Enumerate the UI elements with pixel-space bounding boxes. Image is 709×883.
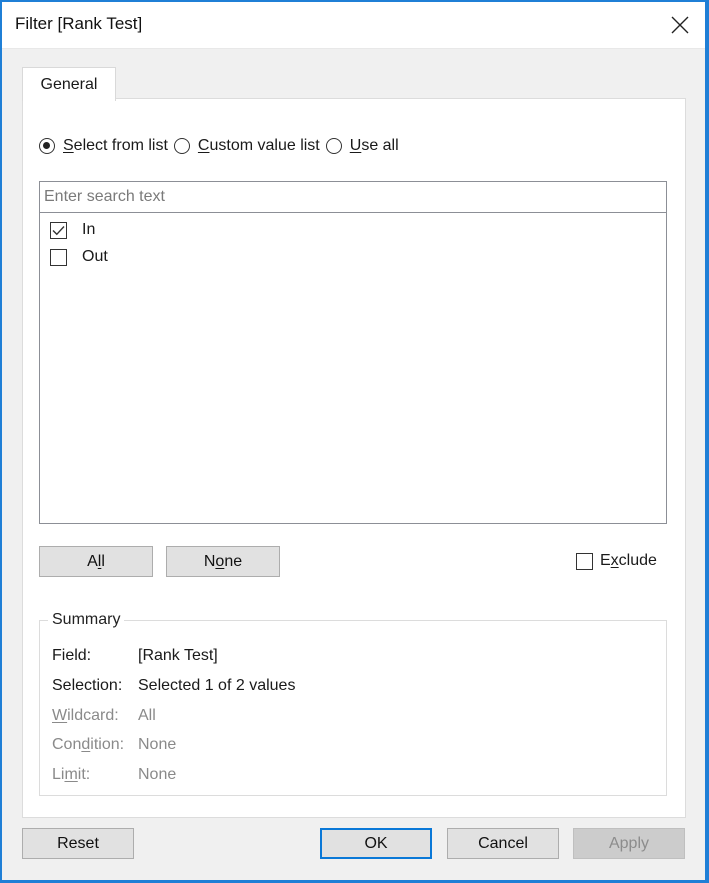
radio-indicator	[325, 138, 342, 154]
list-item-label: Out	[82, 248, 108, 265]
checkmark-icon	[52, 225, 65, 235]
reset-button[interactable]: Reset	[22, 828, 134, 859]
button-label: Reset	[57, 834, 99, 852]
title-bar: Filter [Rank Test]	[2, 2, 705, 49]
list-item-label: In	[82, 221, 96, 238]
summary-label: Condition:	[52, 736, 125, 753]
summary-label: Wildcard:	[52, 707, 119, 724]
summary-row-condition: Condition: None	[52, 736, 176, 754]
filter-dialog: Filter [Rank Test] General Select from l…	[2, 2, 705, 880]
summary-row-limit: Limit: None	[52, 766, 176, 784]
summary-label: Limit:	[52, 766, 91, 783]
checkbox-unchecked[interactable]	[50, 248, 67, 266]
summary-group: Summary Field: [Rank Test] Selection: Se…	[39, 611, 667, 796]
select-none-button[interactable]: None	[166, 546, 280, 577]
exclude-checkbox[interactable]: Exclude	[576, 552, 657, 570]
radio-label: Custom value list	[197, 137, 320, 154]
apply-button: Apply	[573, 828, 685, 859]
select-all-button[interactable]: All	[39, 546, 153, 577]
summary-row-selection: Selection: Selected 1 of 2 values	[52, 677, 295, 695]
summary-value: [Rank Test]	[138, 647, 218, 664]
button-label: All	[87, 552, 105, 570]
close-icon	[671, 16, 689, 34]
summary-value: None	[138, 766, 177, 783]
radio-use-all[interactable]: Use all	[325, 137, 399, 155]
summary-value: All	[138, 707, 156, 724]
button-label: Cancel	[478, 834, 528, 852]
list-item-out[interactable]: Out	[50, 245, 108, 269]
list-item-in[interactable]: In	[50, 218, 95, 242]
radio-indicator	[173, 138, 190, 154]
search-input[interactable]	[40, 182, 666, 213]
summary-row-field: Field: [Rank Test]	[52, 647, 218, 665]
ok-button[interactable]: OK	[320, 828, 432, 859]
exclude-label: Exclude	[600, 552, 657, 569]
radio-custom-value-list[interactable]: Custom value list	[173, 137, 320, 155]
mode-radio-group: Select from list Custom value list Use a…	[39, 137, 405, 155]
dialog-title: Filter [Rank Test]	[15, 14, 143, 33]
summary-label: Selection:	[52, 677, 123, 694]
button-label: None	[203, 552, 243, 570]
radio-indicator-selected	[39, 138, 55, 154]
tab-general-label: General	[40, 75, 98, 93]
radio-label: Select from list	[63, 137, 168, 154]
cancel-button[interactable]: Cancel	[447, 828, 559, 859]
value-list[interactable]: In Out	[39, 181, 667, 524]
radio-select-from-list[interactable]: Select from list	[39, 137, 168, 155]
general-panel: Select from list Custom value list Use a…	[22, 98, 686, 818]
summary-title: Summary	[48, 611, 125, 629]
checkbox-unchecked[interactable]	[576, 552, 593, 570]
summary-value: None	[138, 736, 177, 753]
summary-label: Field:	[52, 647, 92, 664]
summary-value: Selected 1 of 2 values	[138, 677, 296, 694]
close-button[interactable]	[663, 8, 697, 42]
summary-row-wildcard: Wildcard: All	[52, 707, 156, 725]
radio-label: Use all	[349, 137, 399, 154]
button-label: OK	[364, 834, 388, 852]
tab-general[interactable]: General	[22, 67, 116, 101]
button-label: Apply	[608, 834, 650, 852]
checkbox-checked[interactable]	[50, 221, 67, 239]
